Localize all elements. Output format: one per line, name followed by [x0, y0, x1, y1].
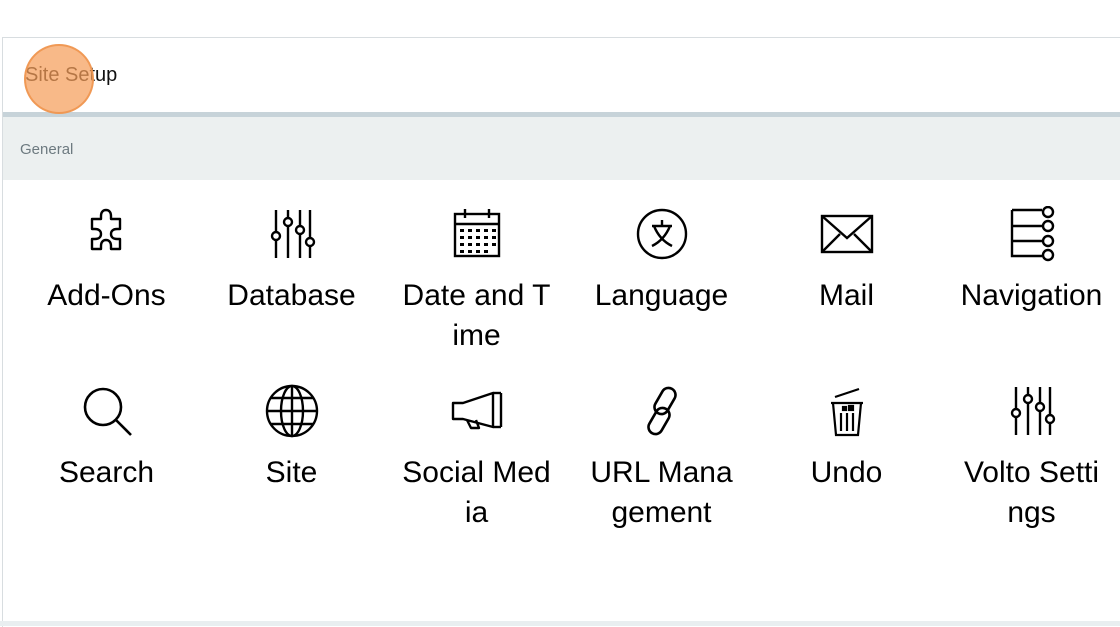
panel-header: Site Setup — [3, 38, 1120, 117]
tile-label: Volto Settings — [963, 456, 1100, 529]
section-label-general: General — [20, 141, 74, 158]
puzzle-icon — [90, 208, 121, 251]
trash-undo-icon — [830, 387, 863, 437]
tile-search[interactable]: Search — [14, 383, 199, 493]
navigation-tree-icon — [1010, 206, 1054, 262]
tile-label: Mail — [818, 279, 874, 312]
sliders-icon — [1010, 387, 1055, 435]
tile-url-management[interactable]: URL Management — [569, 383, 754, 533]
tile-label: Date and Time — [402, 279, 551, 352]
search-icon — [83, 387, 132, 436]
tile-social-media[interactable]: Social Media — [384, 383, 569, 533]
tile-language[interactable]: Language — [569, 206, 754, 316]
tile-site[interactable]: Site — [199, 383, 384, 493]
globe-icon — [265, 384, 318, 438]
tile-date-and-time[interactable]: Date and Time — [384, 206, 569, 356]
bottom-divider — [0, 621, 1120, 626]
tile-label: Language — [594, 279, 729, 312]
tile-label: URL Management — [590, 456, 733, 529]
tile-label: Social Media — [402, 456, 551, 529]
tile-label: Site — [265, 456, 318, 489]
sliders-icon — [270, 210, 315, 258]
calendar-icon — [453, 209, 500, 258]
megaphone-icon — [451, 391, 502, 430]
tile-label: Search — [58, 456, 155, 489]
tile-volto-settings[interactable]: Volto Settings — [939, 383, 1120, 533]
tile-undo[interactable]: Undo — [754, 383, 939, 493]
link-icon — [646, 386, 677, 436]
site-setup-panel: Site Setup General Add-Ons Database — [2, 37, 1120, 627]
language-icon — [636, 208, 687, 260]
tile-label: Database — [227, 279, 356, 312]
tile-label: Undo — [810, 456, 883, 489]
click-indicator — [24, 44, 94, 114]
tile-add-ons[interactable]: Add-Ons — [14, 206, 199, 316]
tile-label: Add-Ons — [47, 279, 166, 312]
tile-mail[interactable]: Mail — [754, 206, 939, 316]
tile-database[interactable]: Database — [199, 206, 384, 316]
mail-icon — [820, 214, 873, 254]
tile-label: Navigation — [960, 279, 1103, 312]
tile-navigation[interactable]: Navigation — [939, 206, 1120, 316]
section-header: General — [3, 117, 1120, 180]
